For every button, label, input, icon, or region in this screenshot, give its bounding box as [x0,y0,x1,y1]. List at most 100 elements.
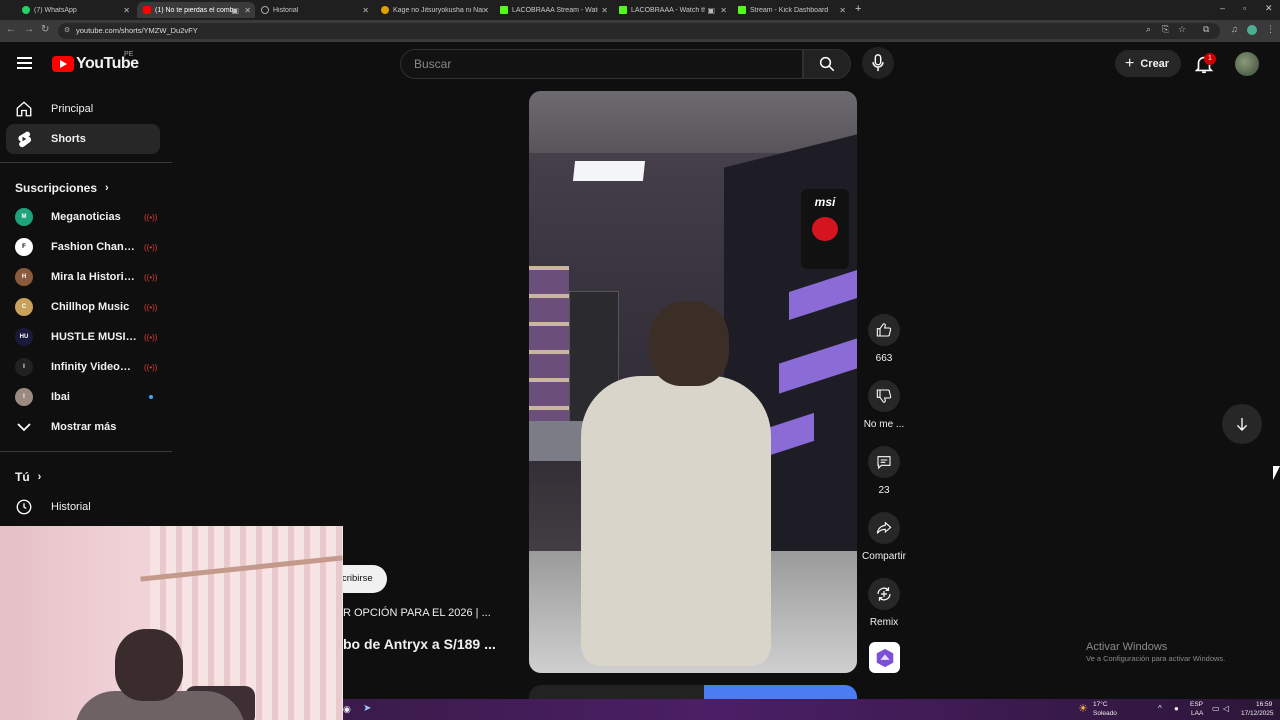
voice-search-button[interactable] [862,47,894,79]
like-action[interactable]: 663 [860,314,908,364]
short-title-line-2[interactable]: bo de Antryx a S/189 ... [343,636,496,652]
account-avatar[interactable] [1235,52,1259,76]
sidebar-sub-ibai[interactable]: I Ibai [6,382,160,412]
sidebar-sub-chillhop[interactable]: C Chillhop Music ((•)) [6,292,160,322]
tab-kick-video[interactable]: LACOBRAAA - Watch the V ▣ ✕ [613,2,731,18]
weather-condition: Soleado [1093,710,1117,717]
remix-action[interactable]: Remix [860,578,908,628]
youtube-logo[interactable]: YouTube PE [52,51,139,73]
short-video-player[interactable]: msi [529,91,857,673]
site-info-icon[interactable]: ⚙ [64,23,70,39]
keyboard-language[interactable]: ESP [1190,701,1203,708]
tab-historial[interactable]: Historial ✕ [255,2,373,18]
plus-icon: + [1125,54,1135,72]
tab-kick-stream[interactable]: LACOBRAAA Stream - Watch Li ✕ [494,2,612,18]
dislike-button[interactable] [868,380,900,412]
share-label: Compartir [862,551,906,562]
next-short-preview[interactable] [529,685,857,699]
sidebar-sub-meganoticias[interactable]: M Meganoticias ((•)) [6,202,160,232]
profile-avatar[interactable] [1247,25,1257,35]
back-icon[interactable]: ← [6,24,16,35]
kick-icon [738,6,746,14]
tab-label: (7) WhatsApp [34,6,77,14]
sidebar-item-historial[interactable]: Historial [6,492,160,522]
tray-chevron-up-icon[interactable]: ^ [1158,704,1162,713]
you-heading[interactable]: Tú › [15,470,41,484]
sidebar-divider [0,451,172,452]
like-button[interactable] [868,314,900,346]
channel-avatar: H [15,268,33,286]
share-action[interactable]: Compartir [860,512,908,562]
dislike-action[interactable]: No me ... [860,380,908,430]
channel-avatar: F [15,238,33,256]
remix-button[interactable] [868,578,900,610]
clock-date[interactable]: 17/12/2025 [1241,710,1274,717]
tab-youtube-short[interactable]: (1) No te pierdas el combo ▣ ✕ [137,2,255,18]
comments-button[interactable] [868,446,900,478]
sidebar-sub-fashion-channel[interactable]: F Fashion Channel ((•)) [6,232,160,262]
close-tab-icon[interactable]: ✕ [601,6,608,15]
sidebar-item-label: Historial [51,501,91,513]
sidebar-sub-hustle-music[interactable]: HU HUSTLE MUSIC (... ((•)) [6,322,160,352]
comment-icon [877,456,891,470]
close-tab-icon[interactable]: ✕ [720,6,727,15]
subscriptions-title: Suscripciones [15,181,98,195]
close-tab-icon[interactable]: ✕ [362,6,369,15]
forward-icon[interactable]: → [24,24,34,35]
notification-badge: 1 [1204,53,1216,65]
channel-avatar: I [15,388,33,406]
show-more-button[interactable]: Mostrar más [6,412,160,442]
url-text: youtube.com/shorts/YMZW_Du2vFY [76,26,198,35]
keyboard-layout[interactable]: LAA [1191,710,1203,717]
dislike-label: No me ... [863,419,905,430]
comments-action[interactable]: 23 [860,446,908,496]
search-icon [819,56,835,72]
show-more-label: Mostrar más [51,421,117,433]
tab-audio-icon[interactable]: ▣ [707,6,715,15]
new-tab-icon[interactable]: + [855,3,861,15]
remix-icon [877,587,891,601]
comment-count: 23 [878,485,890,496]
search-input[interactable]: Buscar [400,49,803,79]
tab-kick-dashboard[interactable]: Stream - Kick Dashboard ✕ [732,2,850,18]
msi-dragon-icon [812,217,838,241]
tray-mic-icon[interactable]: ● [1174,704,1179,713]
minimize-icon[interactable]: – [1220,3,1225,13]
address-bar[interactable]: ⚙ youtube.com/shorts/YMZW_Du2vFY [58,23,1220,39]
share-button[interactable] [868,512,900,544]
clock-time[interactable]: 16:59 [1256,701,1272,708]
create-button[interactable]: + Crear [1115,50,1182,77]
zoom-icon[interactable]: ⌕ [1146,24,1151,35]
activate-windows-subtitle: Ve a Configuración para activar Windows. [1086,654,1226,663]
search-button[interactable] [803,49,851,79]
tab-anime[interactable]: Kage no Jitsuryokusha ni Narit ✕ [375,2,493,18]
close-tab-icon[interactable]: ✕ [839,6,846,15]
tab-audio-icon[interactable]: ▣ [231,6,239,15]
reload-icon[interactable]: ↻ [41,24,49,35]
network-icon[interactable]: ▭ [1212,704,1220,713]
extensions-icon[interactable]: ⧉ [1203,24,1209,35]
media-icon[interactable]: ♫ [1231,24,1238,34]
subscriptions-heading[interactable]: Suscripciones › [15,181,109,195]
youtube-header: YouTube PE Buscar + Crear 1 [0,42,1280,86]
bookmark-star-icon[interactable]: ☆ [1178,24,1186,35]
browser-menu-icon[interactable]: ⋮ [1266,24,1275,35]
sound-thumbnail[interactable] [869,642,900,673]
sidebar-sub-mira-la-historia[interactable]: H Mira la Historia /... ((•)) [6,262,160,292]
maximize-icon[interactable]: ▫ [1243,3,1246,13]
close-window-icon[interactable]: ✕ [1265,3,1273,14]
sidebar-item-principal[interactable]: Principal [6,94,160,124]
taskbar-app-icon[interactable]: ◉ [343,704,351,715]
sidebar-item-shorts[interactable]: Shorts [6,124,160,154]
sidebar-sub-infinity-videohub[interactable]: I Infinity VideoHU... ((•)) [6,352,160,382]
thumbs-down-icon [876,389,892,403]
close-tab-icon[interactable]: ✕ [244,6,251,15]
tab-whatsapp[interactable]: (7) WhatsApp ✕ [16,2,134,18]
close-tab-icon[interactable]: ✕ [482,6,489,15]
menu-icon[interactable] [17,57,32,69]
close-tab-icon[interactable]: ✕ [123,6,130,15]
next-short-button[interactable] [1222,404,1262,444]
volume-icon[interactable]: ◁ [1223,704,1229,713]
install-icon[interactable]: ⎘ [1162,24,1169,35]
steam-icon[interactable]: ➤ [363,703,371,714]
